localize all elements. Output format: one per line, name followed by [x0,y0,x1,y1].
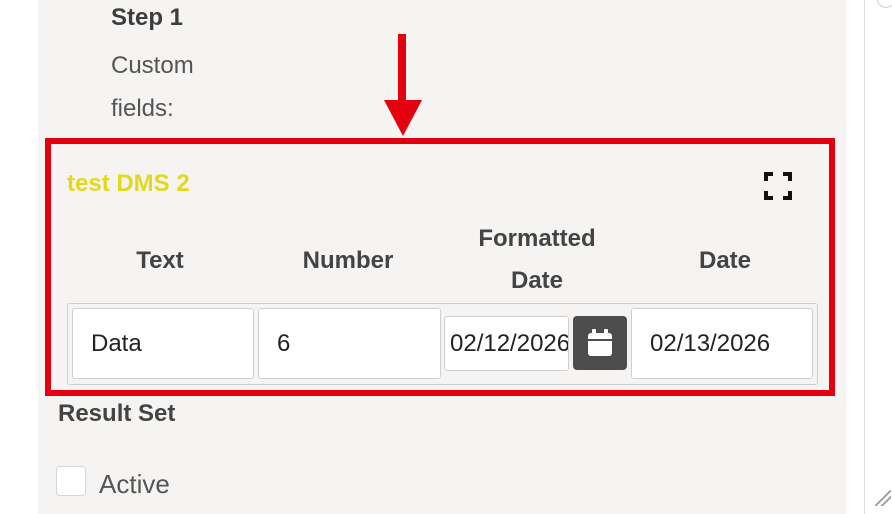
expand-icon[interactable] [764,172,792,200]
column-header-number: Number [302,247,394,274]
column-header-formatted-date: Formatted Date [478,225,596,294]
result-set-heading: Result Set [58,400,176,427]
formatted-date-input[interactable]: 02/12/2026 [444,316,569,371]
active-checkbox[interactable] [56,466,86,496]
step-description: Custom fields: [111,52,194,122]
column-header-text: Text [136,247,184,274]
circle-icon [877,0,892,8]
active-checkbox-label[interactable]: Active [99,469,170,500]
annotation-arrow-shaft [398,34,406,106]
text-field-input[interactable]: Data [72,308,254,379]
resize-grip-icon[interactable] [875,490,891,506]
arrow-down-icon [384,100,422,136]
step-title: Step 1 [111,4,184,31]
custom-field-group-title: test DMS 2 [67,170,190,197]
right-scroll-gutter[interactable] [864,0,892,514]
column-header-date: Date [698,247,752,274]
date-field-input[interactable]: 02/13/2026 [631,308,813,379]
calendar-button[interactable] [573,316,627,370]
number-field-input[interactable]: 6 [258,308,441,379]
calendar-icon [588,329,612,356]
